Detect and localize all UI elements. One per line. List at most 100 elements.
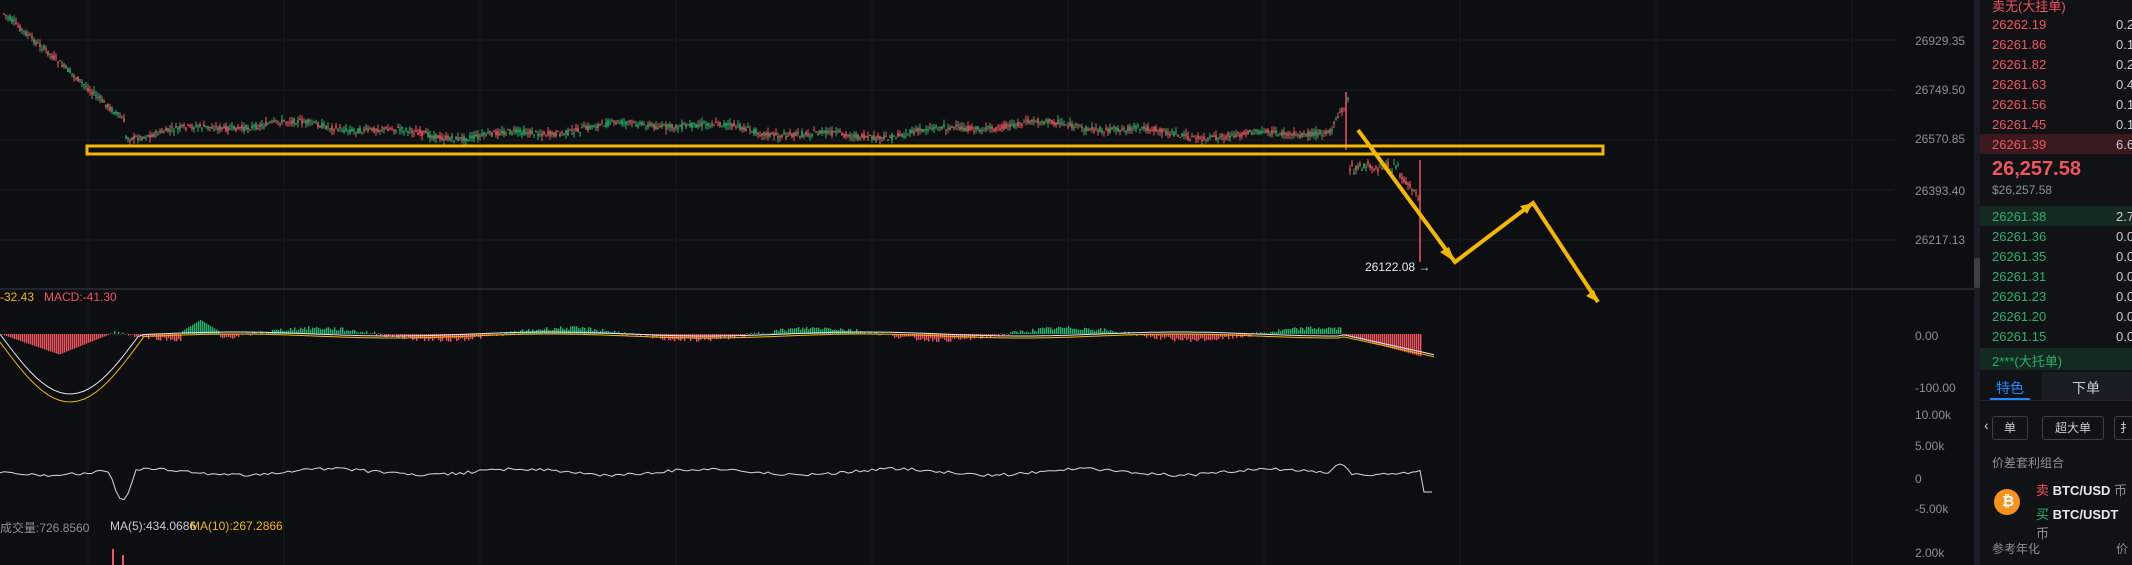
candle-body [715,121,717,123]
bid-row[interactable]: 26261.38 2.7 [1980,206,2132,226]
candle-body [1301,133,1303,137]
candle-body [447,136,449,139]
macd-bar [314,328,316,334]
candle-body [867,136,869,138]
candle-body [649,123,651,126]
candle-body [815,131,817,133]
candle-body [169,129,171,132]
kline-chart-area[interactable] [0,0,1974,565]
macd-bar [1004,334,1006,335]
macd-bar [1196,334,1198,342]
candle-body [343,129,345,132]
kline-canvas[interactable] [0,0,1974,565]
macd-bar [1198,334,1200,341]
candle-body [907,134,909,136]
candle-body [215,126,217,128]
candle-body [835,131,837,133]
macd-bar [830,328,832,334]
macd-bar [104,334,106,337]
tab-order[interactable]: 下单 [2072,378,2100,398]
macd-bar [580,328,582,334]
macd-bar [74,334,76,349]
bid-row[interactable]: 26261.35 0.0 [1980,246,2132,266]
macd-bar [308,326,310,334]
volume-ma10-legend: MA(10):267.2866 [190,519,283,533]
candle-body [371,127,373,131]
candle-body [1267,129,1269,133]
candle-body [1265,129,1267,133]
candle-body [903,135,905,138]
candle-body [1101,129,1103,133]
candle-body [1221,134,1223,137]
candle-body [893,135,895,137]
ask-row[interactable]: 26261.39 6.6 [1980,134,2132,154]
bid-row[interactable]: 26261.36 0.0 [1980,226,2132,246]
macd-bar [570,326,572,334]
chevron-left-icon[interactable]: ‹ [1984,417,1989,433]
candle-body [45,48,47,50]
macd-bar [56,334,58,354]
ask-row[interactable]: 26261.86 0.1 [1980,34,2132,54]
candle-body [287,122,289,124]
ask-row[interactable]: 26261.63 0.4 [1980,74,2132,94]
candle-body [747,126,749,128]
bid-row[interactable]: 26261.23 0.0 [1980,286,2132,306]
candle-body [785,136,787,139]
candle-body [787,136,789,138]
ask-row[interactable]: 26261.82 0.2 [1980,54,2132,74]
ask-row[interactable]: 26261.45 0.1 [1980,114,2132,134]
candle-body [719,121,721,126]
candle-body [109,106,111,111]
bid-row[interactable]: 26261.15 0.0 [1980,326,2132,346]
candle-body [1001,125,1003,129]
filter-chip-more[interactable]: 扌 [2114,416,2132,440]
macd-bar [1188,334,1190,339]
filter-chip-order[interactable]: 单 [1992,416,2028,440]
macd-bar [1336,329,1338,334]
candle-body [1041,121,1043,123]
macd-bar [1018,332,1020,334]
macd-bar [934,334,936,340]
arbitrage-leg-buy[interactable]: 买 BTC/USDT 币 [2036,504,2132,542]
candle-body [433,135,435,139]
filter-chip-xlarge[interactable]: 超大单 [2042,416,2104,440]
bid-row[interactable]: 26261.31 0.0 [1980,266,2132,286]
macd-bar [1088,328,1090,334]
macd-bar [1174,334,1176,342]
candle-body [421,131,423,136]
bid-row[interactable]: 26261.20 0.0 [1980,306,2132,326]
candle-body [491,132,493,137]
macd-bar [326,327,328,334]
candle-body [629,120,631,123]
candle-body [901,133,903,137]
candle-body [997,126,999,128]
macd-bar [1416,334,1418,356]
macd-bar [168,334,170,339]
candle-body [987,125,989,127]
macd-bar [368,333,370,335]
candle-body [697,124,699,128]
candle-body [993,128,995,131]
candle-body [803,135,805,137]
candle-body [603,125,605,127]
arbitrage-leg-sell[interactable]: 卖 BTC/USD 币 [2036,480,2127,499]
candle-body [329,128,331,130]
candle-body [37,42,39,44]
candle-body [741,127,743,130]
candle-body [221,127,223,130]
tab-features[interactable]: 特色 [1996,378,2024,398]
ask-row[interactable]: 26261.56 0.1 [1980,94,2132,114]
candle-body [851,137,853,139]
candle-body [303,121,305,123]
candle-body [757,133,759,135]
candle-body [23,30,25,32]
candle-body [1129,126,1131,131]
candle-body [951,125,953,128]
macd-bar [1160,334,1162,340]
macd-bar [370,333,372,334]
macd-bar [382,334,384,335]
candle-body [1309,131,1311,137]
candle-body [363,129,365,132]
ask-row[interactable]: 26262.19 0.2 [1980,14,2132,34]
candle-body [1409,184,1411,187]
